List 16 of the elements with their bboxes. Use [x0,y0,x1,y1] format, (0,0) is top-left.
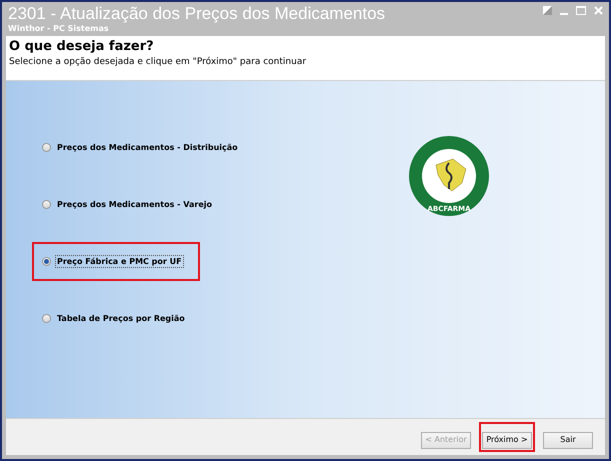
window-subtitle: Winthor - PC Sistemas [8,24,110,34]
heading: O que deseja fazer? [9,38,155,56]
radio-option[interactable]: Preços dos Medicamentos - Varejo [42,198,214,211]
radio-button[interactable] [42,143,51,152]
radio-option[interactable]: Preços dos Medicamentos - Distribuição [42,141,240,154]
radio-option[interactable]: Tabela de Preços por Região [42,312,187,325]
radio-button[interactable] [42,200,51,209]
instruction-text: Selecione a opção desejada e clique em "Próximo" para continuar [9,56,308,68]
window-title: 2301 - Atualização dos Preços dos Medicamentos [8,4,386,24]
restore-icon[interactable] [543,6,552,15]
radio-button[interactable] [42,314,51,323]
maximize-icon[interactable] [576,6,586,15]
wizard-button[interactable]: Próximo > [482,432,532,448]
wizard-button[interactable]: Sair [543,432,593,448]
close-icon[interactable] [594,6,603,15]
radio-button[interactable] [42,257,51,266]
